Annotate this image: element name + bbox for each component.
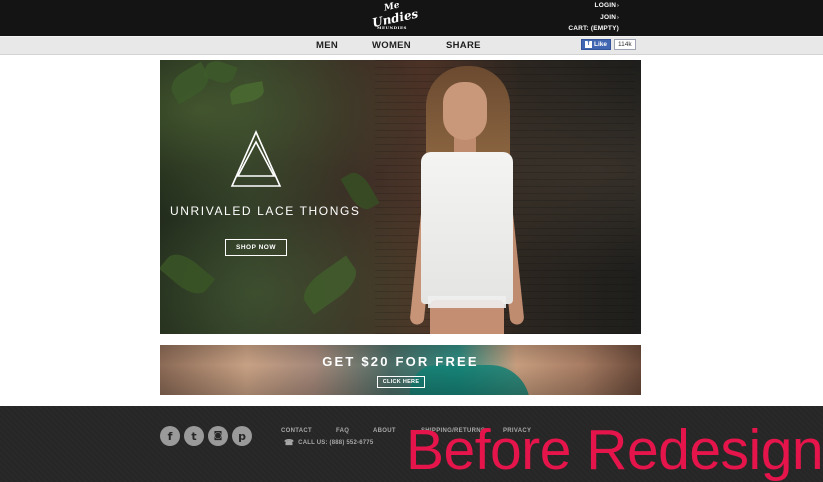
cart-link[interactable]: CART: (EMPTY) — [568, 25, 619, 32]
like-count: 114k — [614, 39, 636, 50]
meundies-logo[interactable]: Me Undies MEUNDIES — [371, 0, 419, 33]
footer-link-contact[interactable]: CONTACT — [281, 428, 312, 434]
shop-now-button[interactable]: SHOP NOW — [225, 239, 287, 256]
model-lace-thong — [428, 296, 506, 308]
promo-title: GET $20 FOR FREE — [322, 354, 479, 369]
top-header: Me Undies MEUNDIES LOGIN› JOIN› CART: (E… — [0, 0, 823, 36]
join-arrow-icon: › — [617, 15, 619, 21]
phone-number: CALL US: (888) 552-6775 — [298, 439, 374, 446]
join-label: JOIN — [600, 14, 617, 21]
model-face — [443, 82, 487, 140]
nav-item-men[interactable]: MEN — [316, 40, 338, 51]
login-link[interactable]: LOGIN› — [595, 2, 619, 9]
triangle-logo-icon — [230, 130, 282, 187]
nav-item-women[interactable]: WOMEN — [372, 40, 411, 51]
footer-link-about[interactable]: ABOUT — [373, 428, 396, 434]
facebook-like-button[interactable]: f Like — [581, 39, 612, 50]
footer-link-faq[interactable]: FAQ — [336, 428, 349, 434]
pinterest-icon[interactable]: p — [232, 426, 252, 446]
facebook-like-widget[interactable]: f Like 114k — [581, 39, 636, 50]
instagram-icon[interactable]: ◙ — [208, 426, 228, 446]
promo-banner[interactable]: GET $20 FOR FREE CLICK HERE — [160, 345, 641, 395]
join-link[interactable]: JOIN› — [600, 14, 619, 21]
model-photo — [406, 60, 546, 334]
twitter-icon[interactable]: t — [184, 426, 204, 446]
hero-banner[interactable]: UNRIVALED LACE THONGS SHOP NOW — [160, 60, 641, 334]
hero-headline: UNRIVALED LACE THONGS — [170, 204, 361, 218]
like-label: Like — [594, 41, 608, 48]
phone-contact[interactable]: ☎ CALL US: (888) 552-6775 — [284, 438, 373, 447]
facebook-f-icon: f — [585, 41, 592, 48]
cart-label: CART: (EMPTY) — [568, 25, 619, 32]
phone-icon: ☎ — [284, 438, 295, 447]
facebook-icon[interactable]: f — [160, 426, 180, 446]
nav-item-share[interactable]: SHARE — [446, 40, 481, 51]
main-nav: MEN WOMEN SHARE f Like 114k — [0, 36, 823, 55]
login-label: LOGIN — [594, 2, 617, 9]
login-arrow-icon: › — [617, 3, 619, 9]
before-redesign-label: Before Redesign — [406, 418, 823, 482]
model-white-top — [421, 152, 513, 304]
click-here-button[interactable]: CLICK HERE — [377, 376, 425, 388]
